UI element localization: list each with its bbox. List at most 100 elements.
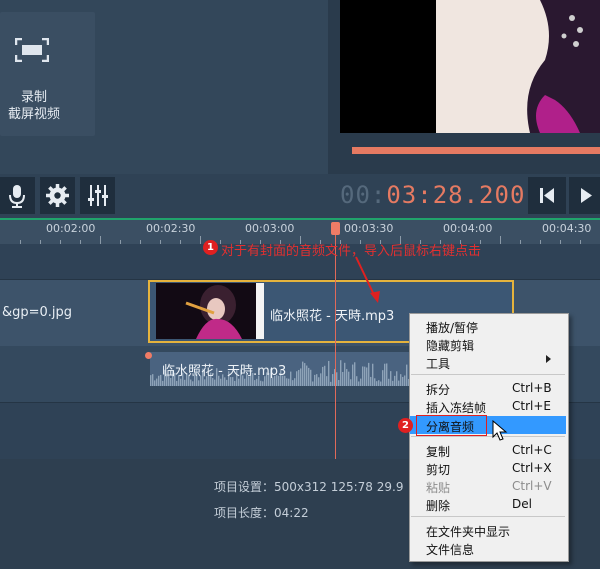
menu-separator: [411, 436, 565, 437]
waveform-bar: [184, 379, 186, 386]
waveform-bar: [390, 371, 392, 386]
waveform-bar: [402, 376, 404, 386]
waveform-bar: [220, 378, 222, 386]
ruler-label: 00:04:30: [542, 222, 592, 235]
ruler-tick: [100, 236, 101, 244]
playhead-handle[interactable]: [331, 222, 340, 235]
waveform-bar: [406, 364, 408, 386]
menu-item-play-pause[interactable]: 播放/暂停: [410, 317, 566, 335]
skip-to-start-button[interactable]: [528, 177, 566, 214]
ruler-label: 00:03:30: [344, 222, 394, 235]
menu-item-tools[interactable]: 工具: [410, 353, 566, 371]
menu-item-shortcut: Ctrl+E: [512, 399, 551, 413]
waveform-bar: [304, 363, 306, 386]
screen-capture-icon: [15, 38, 49, 62]
waveform-bar: [366, 367, 368, 386]
waveform-bar: [192, 381, 194, 386]
waveform-bar: [214, 379, 216, 386]
waveform-bar: [198, 380, 200, 386]
waveform-bar: [158, 375, 160, 386]
record-label: 录制 截屏视频: [4, 89, 64, 123]
waveform-bar: [332, 374, 334, 386]
waveform-bar: [256, 378, 258, 386]
waveform-bar: [226, 379, 228, 386]
settings-button[interactable]: [40, 177, 75, 214]
waveform-bar: [154, 380, 156, 386]
waveform-bar: [290, 371, 292, 386]
menu-item-label: 工具: [426, 357, 451, 371]
step-2-badge: 2: [398, 418, 413, 433]
menu-item-copy[interactable]: 复制 Ctrl+C: [410, 441, 566, 459]
menu-item-label: 在文件夹中显示: [426, 525, 511, 539]
menu-item-hide-clip[interactable]: 隐藏剪辑: [410, 335, 566, 353]
waveform-bar: [398, 380, 400, 386]
menu-item-cut[interactable]: 剪切 Ctrl+X: [410, 459, 566, 477]
image-clip-name[interactable]: &gp=0.jpg: [2, 305, 72, 320]
waveform-bar: [156, 378, 158, 386]
waveform-bar: [286, 378, 288, 386]
ruler-tick: [500, 236, 501, 244]
waveform-bar: [190, 379, 192, 386]
waveform-bar: [170, 378, 172, 386]
waveform-bar: [360, 378, 362, 386]
menu-item-delete[interactable]: 删除 Del: [410, 495, 566, 513]
waveform-bar: [238, 378, 240, 386]
waveform-bar: [354, 362, 356, 386]
skip-to-start-icon: [540, 188, 554, 203]
waveform-bar: [338, 380, 340, 386]
waveform-bar: [324, 365, 326, 386]
waveform-bar: [368, 362, 370, 386]
ruler-label: 00:02:30: [146, 222, 196, 235]
audio-volume-handle[interactable]: [145, 352, 152, 359]
waveform-bar: [300, 368, 302, 386]
audio-mixer-button[interactable]: [80, 177, 115, 214]
menu-item-insert-freeze-frame[interactable]: 插入冻结帧 Ctrl+E: [410, 397, 566, 415]
waveform-bar: [296, 371, 298, 386]
waveform-bar: [308, 367, 310, 386]
menu-item-label: 文件信息: [426, 543, 475, 557]
waveform-bar: [326, 376, 328, 386]
ruler-label: 00:03:00: [245, 222, 295, 235]
menu-item-shortcut: Ctrl+V: [512, 479, 552, 493]
mouse-cursor-icon: [492, 420, 508, 441]
waveform-bar: [204, 379, 206, 386]
playhead-line: [335, 232, 336, 459]
waveform-bar: [176, 380, 178, 386]
waveform-bar: [348, 371, 350, 386]
waveform-bar: [394, 375, 396, 386]
waveform-bar: [376, 381, 378, 386]
timecode-hours: 00:: [340, 181, 387, 209]
menu-item-file-info[interactable]: 文件信息: [410, 539, 566, 557]
menu-item-show-in-folder[interactable]: 在文件夹中显示: [410, 521, 566, 539]
preview-progress-bar[interactable]: [352, 147, 600, 154]
menu-item-label: 粘贴: [426, 481, 451, 495]
play-button[interactable]: [569, 177, 600, 214]
timecode-time: 03:28.200: [386, 181, 526, 209]
waveform-bar: [388, 378, 390, 386]
equalizer-icon: [88, 185, 108, 206]
ruler-label: 00:04:00: [443, 222, 493, 235]
waveform-bar: [404, 375, 406, 386]
waveform-bar: [152, 374, 154, 386]
microphone-button[interactable]: [0, 177, 35, 214]
submenu-arrow-icon: [546, 355, 551, 363]
timecode-display: 00:03:28.200: [340, 181, 525, 209]
menu-item-shortcut: Ctrl+X: [512, 461, 552, 475]
menu-item-label: 插入冻结帧: [426, 401, 487, 415]
menu-item-paste[interactable]: 粘贴 Ctrl+V: [410, 477, 566, 495]
record-label-line2: 截屏视频: [7, 107, 60, 122]
waveform-bar: [294, 378, 296, 386]
menu-item-label: 隐藏剪辑: [426, 339, 475, 353]
waveform-bar: [382, 370, 384, 386]
waveform-bar: [254, 380, 256, 386]
ruler-label: 00:02:00: [46, 222, 96, 235]
waveform-bar: [234, 380, 236, 386]
menu-item-label: 拆分: [426, 383, 451, 397]
waveform-bar: [356, 376, 358, 386]
waveform-bar: [320, 373, 322, 386]
record-label-line1: 录制: [20, 90, 47, 105]
waveform-bar: [384, 363, 386, 386]
waveform-bar: [330, 381, 332, 386]
waveform-bar: [150, 375, 152, 386]
menu-item-split[interactable]: 拆分 Ctrl+B: [410, 379, 566, 397]
